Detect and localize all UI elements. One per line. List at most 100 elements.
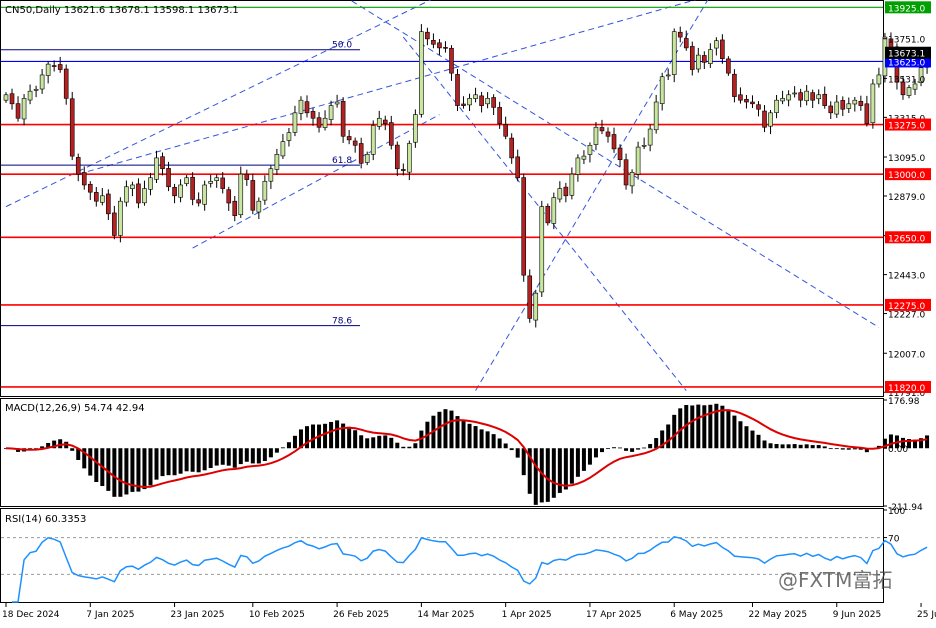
macd-bar bbox=[256, 448, 261, 464]
macd-bar bbox=[184, 448, 189, 472]
macd-bar bbox=[305, 426, 309, 449]
macd-bar bbox=[479, 429, 484, 449]
candle-up bbox=[27, 90, 33, 101]
macd-bar bbox=[515, 448, 520, 458]
level-label-12650.0: 12650.0 bbox=[888, 234, 925, 244]
candle-up bbox=[473, 94, 478, 99]
date-tick-label: 17 Apr 2025 bbox=[586, 610, 642, 620]
candle-up bbox=[322, 117, 328, 128]
candle-up bbox=[286, 132, 292, 141]
candle-up bbox=[184, 177, 189, 184]
date-tick-label: 6 May 2025 bbox=[670, 610, 723, 620]
candle-up bbox=[581, 155, 587, 160]
price-tick-label: 13095.0 bbox=[888, 154, 925, 164]
macd-bar bbox=[630, 448, 635, 452]
candle-up bbox=[280, 141, 286, 157]
macd-bar bbox=[202, 448, 207, 471]
candle-up bbox=[124, 186, 129, 203]
candle-down bbox=[605, 131, 611, 137]
date-tick-label: 18 Dec 2024 bbox=[2, 610, 60, 620]
candle-up bbox=[364, 154, 370, 163]
macd-bar bbox=[762, 440, 767, 449]
price-tick-label: 13531.0 bbox=[888, 75, 925, 85]
candle-down bbox=[756, 104, 761, 110]
macd-bar bbox=[666, 424, 671, 449]
level-label-13625.0: 13625.0 bbox=[888, 58, 925, 68]
candle-down bbox=[491, 97, 496, 108]
candle-down bbox=[310, 111, 316, 119]
macd-bar bbox=[172, 448, 177, 476]
macd-bar bbox=[672, 414, 677, 449]
candle-down bbox=[106, 193, 111, 215]
macd-bar bbox=[846, 448, 851, 450]
candle-down bbox=[437, 42, 442, 49]
candle-down bbox=[497, 107, 502, 124]
candle-down bbox=[617, 147, 623, 161]
macd-bar bbox=[690, 405, 695, 449]
macd-bar bbox=[792, 444, 797, 449]
macd-bar bbox=[232, 448, 237, 468]
macd-label: MACD(12,26,9) 54.74 42.94 bbox=[5, 403, 145, 414]
candle-up bbox=[653, 101, 659, 131]
candle-up bbox=[485, 98, 490, 105]
candle-up bbox=[21, 98, 27, 120]
candle-up bbox=[413, 114, 418, 143]
macd-bar bbox=[160, 448, 165, 477]
candle-up bbox=[816, 94, 822, 100]
candle-down bbox=[346, 136, 352, 141]
macd-bar bbox=[226, 448, 231, 466]
macd-bar bbox=[371, 437, 376, 449]
macd-bar bbox=[852, 448, 857, 450]
macd-bar bbox=[804, 444, 809, 449]
macd-bar bbox=[449, 410, 454, 449]
macd-bar bbox=[359, 435, 364, 449]
candle-down bbox=[545, 205, 551, 224]
candle-down bbox=[75, 157, 81, 175]
date-tick-label: 22 May 2025 bbox=[748, 610, 807, 620]
macd-bar bbox=[58, 439, 63, 449]
date-tick-label: 10 Feb 2025 bbox=[249, 610, 305, 620]
candle-down bbox=[340, 100, 346, 137]
candle-up bbox=[262, 181, 268, 201]
macd-bar bbox=[70, 448, 75, 451]
macd-bar bbox=[208, 448, 213, 469]
level-label-12275.0: 12275.0 bbox=[888, 302, 925, 312]
macd-bar bbox=[509, 448, 514, 451]
candle-up bbox=[45, 63, 51, 76]
candle-down bbox=[726, 58, 731, 74]
candle-up bbox=[256, 200, 262, 213]
candle-up bbox=[834, 101, 840, 115]
candle-down bbox=[431, 40, 436, 45]
candle-up bbox=[671, 31, 677, 75]
candle-down bbox=[160, 156, 165, 170]
date-tick-label: 1 Apr 2025 bbox=[502, 610, 552, 620]
macd-bar bbox=[244, 448, 249, 462]
candle-up bbox=[569, 173, 575, 196]
candle-down bbox=[563, 186, 569, 197]
candle-down bbox=[762, 110, 767, 128]
candle-down bbox=[316, 117, 322, 128]
candle-down bbox=[190, 176, 195, 200]
candle-up bbox=[714, 40, 719, 49]
macd-bar bbox=[118, 448, 123, 497]
date-tick-label: 26 Feb 2025 bbox=[333, 610, 389, 620]
macd-bar bbox=[834, 448, 839, 450]
candle-down bbox=[479, 95, 484, 106]
macd-bar bbox=[473, 426, 478, 449]
macd-bar bbox=[551, 448, 556, 498]
candle-down bbox=[388, 122, 394, 146]
current-price-label: 13673.1 bbox=[888, 50, 925, 60]
macd-bar bbox=[461, 420, 466, 449]
candle-down bbox=[689, 46, 695, 70]
macd-bar bbox=[756, 434, 761, 449]
trading-chart[interactable]: 50.061.878.6 13751.013531.013315.013095.… bbox=[0, 0, 936, 624]
watermark: @FXTM富拓 bbox=[778, 568, 892, 592]
level-label-13000.0: 13000.0 bbox=[888, 171, 925, 181]
macd-bar bbox=[407, 446, 412, 449]
candle-up bbox=[407, 143, 412, 173]
candle-up bbox=[539, 206, 545, 293]
macd-bar bbox=[840, 448, 845, 450]
macd-bar bbox=[353, 430, 358, 449]
macd-bar bbox=[401, 446, 406, 449]
candle-up bbox=[635, 146, 641, 175]
